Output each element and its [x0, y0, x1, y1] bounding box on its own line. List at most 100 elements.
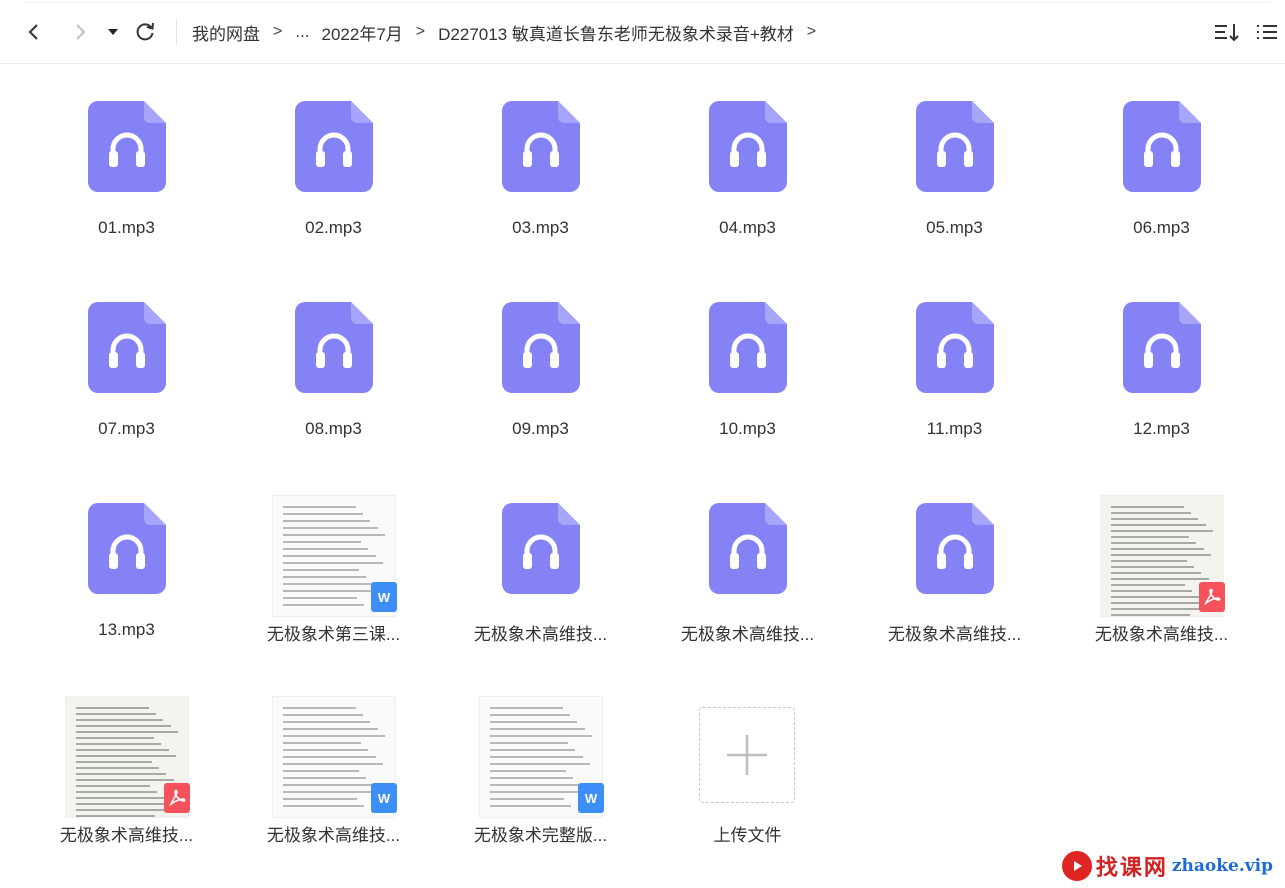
file-thumbnail — [23, 492, 230, 612]
list-view-icon — [1257, 25, 1277, 39]
file-name: 11.mp3 — [926, 419, 983, 438]
file-thumbnail — [23, 693, 230, 817]
file-name: 03.mp3 — [512, 218, 569, 237]
upload-thumbnail — [644, 693, 851, 813]
word-badge-icon: W — [578, 783, 604, 813]
file-name: 无极象术第三课... — [266, 625, 401, 644]
audio-file-icon — [502, 101, 580, 192]
file-thumbnail: W — [230, 492, 437, 616]
audio-file-icon — [1123, 101, 1201, 192]
audio-file-item[interactable]: 10.mp3 — [644, 291, 851, 491]
chevron-right-icon — [76, 24, 86, 40]
audio-file-item[interactable]: 05.mp3 — [851, 90, 1058, 290]
file-thumbnail — [23, 291, 230, 411]
audio-file-icon — [916, 101, 994, 192]
audio-file-item[interactable]: 无极象术高维技... — [851, 492, 1058, 692]
watermark-en: zhaoke.vip — [1171, 856, 1273, 876]
audio-file-icon — [502, 302, 580, 393]
file-name: 02.mp3 — [305, 218, 362, 237]
sort-icon — [1215, 24, 1239, 42]
audio-file-item[interactable]: 01.mp3 — [23, 90, 230, 290]
file-thumbnail — [644, 492, 851, 612]
file-name: 无极象术高维技... — [473, 625, 608, 644]
file-name: 08.mp3 — [305, 419, 362, 438]
upload-file-button[interactable]: 上传文件 — [644, 693, 851, 888]
file-thumbnail: W — [437, 693, 644, 817]
breadcrumb-separator: > — [273, 23, 283, 40]
audio-file-icon — [295, 101, 373, 192]
breadcrumb-separator: > — [415, 23, 426, 40]
watermark-cn: 找课网 — [1095, 855, 1168, 881]
pdf-badge-icon — [1199, 582, 1225, 612]
audio-file-item[interactable]: 02.mp3 — [230, 90, 437, 290]
file-name: 07.mp3 — [98, 419, 155, 438]
view-mode-button[interactable] — [1255, 20, 1283, 46]
file-thumbnail — [23, 90, 230, 210]
audio-file-item[interactable]: 06.mp3 — [1058, 90, 1265, 290]
file-thumbnail — [644, 90, 851, 210]
audio-file-icon — [709, 302, 787, 393]
audio-file-item[interactable]: 09.mp3 — [437, 291, 644, 491]
file-thumbnail — [851, 291, 1058, 411]
file-thumbnail — [851, 90, 1058, 210]
audio-file-icon — [295, 302, 373, 393]
file-name: 04.mp3 — [719, 218, 776, 237]
breadcrumb-separator: > — [806, 23, 817, 40]
audio-file-icon — [88, 101, 166, 192]
audio-file-item[interactable]: 04.mp3 — [644, 90, 851, 290]
word-file-item[interactable]: W 无极象术高维技... — [230, 693, 437, 888]
play-logo-icon — [1061, 851, 1092, 881]
file-thumbnail — [644, 291, 851, 411]
breadcrumb-folder[interactable]: 2022年7月 — [322, 20, 403, 45]
file-thumbnail — [1058, 291, 1265, 411]
pdf-file-item[interactable]: 无极象术高维技... — [1058, 492, 1265, 692]
top-divider — [24, 2, 1269, 3]
file-thumbnail — [437, 291, 644, 411]
sort-button[interactable] — [1213, 20, 1241, 46]
file-name: 13.mp3 — [98, 620, 155, 639]
refresh-button[interactable] — [131, 18, 159, 46]
audio-file-item[interactable]: 11.mp3 — [851, 291, 1058, 491]
audio-file-icon — [502, 503, 580, 594]
word-file-item[interactable]: W 无极象术完整版... — [437, 693, 644, 888]
history-dropdown-button[interactable] — [101, 18, 125, 46]
file-name: 12.mp3 — [1133, 419, 1190, 438]
toolbar: 我的网盘 > ... 2022年7月 > D227013 敏真道长鲁东老师无极象… — [0, 0, 1285, 64]
audio-file-icon — [88, 503, 166, 594]
audio-file-item[interactable]: 08.mp3 — [230, 291, 437, 491]
watermark: 找课网 zhaoke.vip — [1061, 848, 1273, 884]
file-name: 无极象术高维技... — [887, 625, 1022, 644]
audio-file-item[interactable]: 无极象术高维技... — [644, 492, 851, 692]
forward-button[interactable] — [66, 18, 94, 46]
file-thumbnail — [1058, 90, 1265, 210]
file-name: 无极象术高维技... — [59, 826, 194, 845]
file-name: 09.mp3 — [512, 419, 569, 438]
upload-box — [699, 707, 795, 803]
audio-file-item[interactable]: 12.mp3 — [1058, 291, 1265, 491]
audio-file-item[interactable]: 无极象术高维技... — [437, 492, 644, 692]
file-name: 无极象术高维技... — [680, 625, 815, 644]
caret-down-icon — [108, 29, 118, 35]
refresh-icon — [136, 22, 154, 41]
file-name: 无极象术完整版... — [473, 826, 608, 845]
breadcrumb-ellipsis[interactable]: ... — [295, 22, 309, 42]
file-name: 10.mp3 — [719, 419, 776, 438]
word-badge-icon: W — [371, 582, 397, 612]
audio-file-item[interactable]: 13.mp3 — [23, 492, 230, 692]
back-button[interactable] — [20, 18, 48, 46]
breadcrumb-root[interactable]: 我的网盘 — [192, 20, 260, 45]
file-name: 01.mp3 — [98, 218, 155, 237]
file-thumbnail: W — [230, 693, 437, 817]
pdf-file-item[interactable]: 无极象术高维技... — [23, 693, 230, 888]
audio-file-item[interactable]: 07.mp3 — [23, 291, 230, 491]
file-name: 06.mp3 — [1133, 218, 1190, 237]
breadcrumb-current[interactable]: D227013 敏真道长鲁东老师无极象术录音+教材 — [438, 20, 794, 45]
audio-file-icon — [88, 302, 166, 393]
word-badge-icon: W — [371, 783, 397, 813]
audio-file-icon — [709, 503, 787, 594]
audio-file-item[interactable]: 03.mp3 — [437, 90, 644, 290]
breadcrumb: 我的网盘 > ... 2022年7月 > D227013 敏真道长鲁东老师无极象… — [192, 20, 829, 44]
plus-icon — [727, 735, 767, 775]
audio-file-icon — [916, 302, 994, 393]
word-file-item[interactable]: W 无极象术第三课... — [230, 492, 437, 692]
